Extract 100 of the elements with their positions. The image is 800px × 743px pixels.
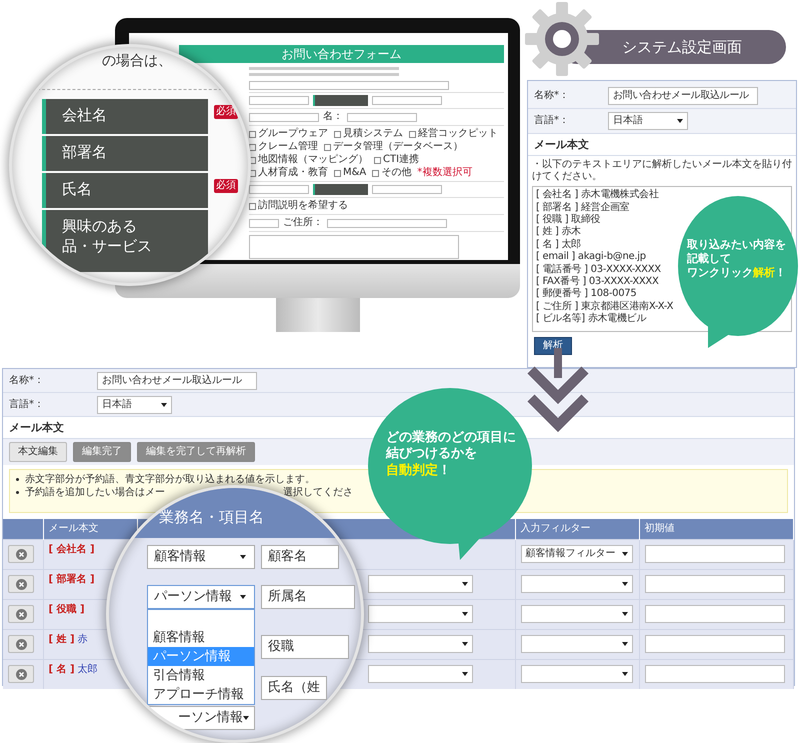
bullet-icon [16,478,19,481]
checkbox-label: グループウェア [258,128,328,140]
default-value-field[interactable] [644,545,784,563]
caret-icon [240,555,246,559]
caret-icon [622,642,628,646]
filter-select[interactable] [520,635,632,653]
default-value-field[interactable] [644,575,784,593]
delete-button[interactable] [8,545,34,563]
section-heading: メール本文 [528,134,796,156]
caret-icon [462,612,468,616]
caret-icon [622,612,628,616]
input-field[interactable] [249,112,319,122]
item-select[interactable]: 氏名（姓 [261,676,327,700]
bullet-icon [16,491,19,494]
checkbox[interactable] [334,170,341,177]
bubble-text: 自動判定！ [386,462,451,478]
item-select[interactable]: 顧客名 [261,545,339,569]
dropdown-option[interactable]: アプローチ情報 [148,685,254,704]
checkbox-label: 人材育成・教育 [258,167,328,180]
caret-icon [243,716,249,720]
item-select[interactable] [368,605,472,623]
item-select[interactable] [368,665,472,684]
input-field[interactable] [249,218,279,228]
close-icon [16,638,26,650]
filter-select[interactable]: 顧客情報フィルター [520,545,632,563]
input-field[interactable] [372,96,442,106]
delete-button[interactable] [8,605,34,623]
default-value-field[interactable] [644,605,784,623]
input-field[interactable] [249,81,449,90]
caret-icon [462,672,468,676]
caption-text: の場合は、 [102,53,172,70]
default-value-field[interactable] [644,665,784,684]
checkbox-label: 経営コックピット [418,128,498,140]
caret-icon [677,119,683,123]
category-select[interactable]: 顧客情報 [147,545,255,569]
mail-key: [ 役職 ] [48,604,85,614]
delete-button[interactable] [8,635,34,653]
note-text: 選択してくださ [283,486,353,499]
input-field[interactable] [347,112,417,122]
mail-key: [ 名 ] [48,664,75,674]
checkbox[interactable] [249,202,256,210]
field-label: 会社名 [42,99,208,134]
filter-select[interactable] [520,665,632,684]
checkbox[interactable] [324,144,331,151]
field-label: 氏名 [42,173,208,208]
checkbox-label: データ管理（データベース） [333,141,463,154]
input-field[interactable] [327,218,447,228]
checkbox[interactable] [374,156,381,164]
caret-icon [622,552,628,556]
input-field[interactable] [249,185,309,194]
text-area[interactable] [249,235,459,260]
dropdown-option[interactable]: 引合情報 [148,666,254,685]
required-badge: 必須 [214,179,238,193]
checkbox-label: CTI連携 [383,154,420,166]
mail-line: [ 会社名 ] 赤木電機株式会社 [536,189,659,202]
checkbox[interactable] [372,170,380,177]
checkbox-label: 訪問説明を希望する [258,200,348,212]
close-icon [16,548,26,560]
delete-button[interactable] [8,575,34,593]
column-header: メール本文 [43,519,137,539]
checkbox[interactable] [334,130,341,138]
edit-button[interactable]: 本文編集 [9,442,67,462]
item-select[interactable] [368,575,472,593]
mail-line: [ 郵便番号 ] 108-0075 [536,288,636,300]
checkbox-label: M&A [343,167,366,180]
mail-value: 赤 [78,634,88,644]
item-select[interactable] [368,635,472,653]
caret-icon [240,595,246,599]
item-select[interactable]: 役職 [261,635,349,659]
bubble-text: 結びつけるかを [386,446,477,462]
mail-key: [ 姓 ] [48,634,75,644]
filter-select[interactable] [520,605,632,623]
mail-line: [ 姓 ] 赤木 [536,226,581,238]
default-value-field[interactable] [644,635,784,653]
caret-icon [622,582,628,586]
language-select[interactable]: 日本語 [608,112,688,130]
name-field[interactable]: お問い合わせメール取込ルール [97,372,257,390]
item-select[interactable]: 所属名 [261,585,355,609]
mail-line: [ ご住所 ] 東京都港区港南X-X-X [536,300,674,312]
bubble-text: ワンクリック解析！ [687,266,786,279]
input-field[interactable] [249,96,309,106]
caret-icon [161,402,167,406]
checkbox[interactable] [409,130,416,138]
column-header: 入力フィルター [515,519,639,539]
mail-key: [ 会社名 ] [48,544,95,554]
mail-line: [ FAX番号 ] 03-XXXX-XXXX [536,276,659,288]
hint-text: ・以下のテキストエリアに解析したいメール本文を貼り付けてください。 [531,158,793,184]
language-select[interactable]: 日本語 [97,396,172,414]
column-header: 初期値 [639,519,794,539]
category-select[interactable]: パーソン情報 [147,585,255,609]
delete-button[interactable] [8,665,34,684]
checkbox[interactable] [249,130,256,138]
mail-key: [ 部署名 ] [48,574,95,584]
field-label: 名称*： [534,90,570,102]
dropdown-option[interactable]: 顧客情報 [148,628,254,647]
filter-select[interactable] [520,575,632,593]
input-field[interactable] [372,185,442,194]
checkbox[interactable] [249,144,256,151]
form-title: お問い合わせフォーム [179,45,504,64]
name-field[interactable]: お問い合わせメール取込ルール [608,87,758,105]
